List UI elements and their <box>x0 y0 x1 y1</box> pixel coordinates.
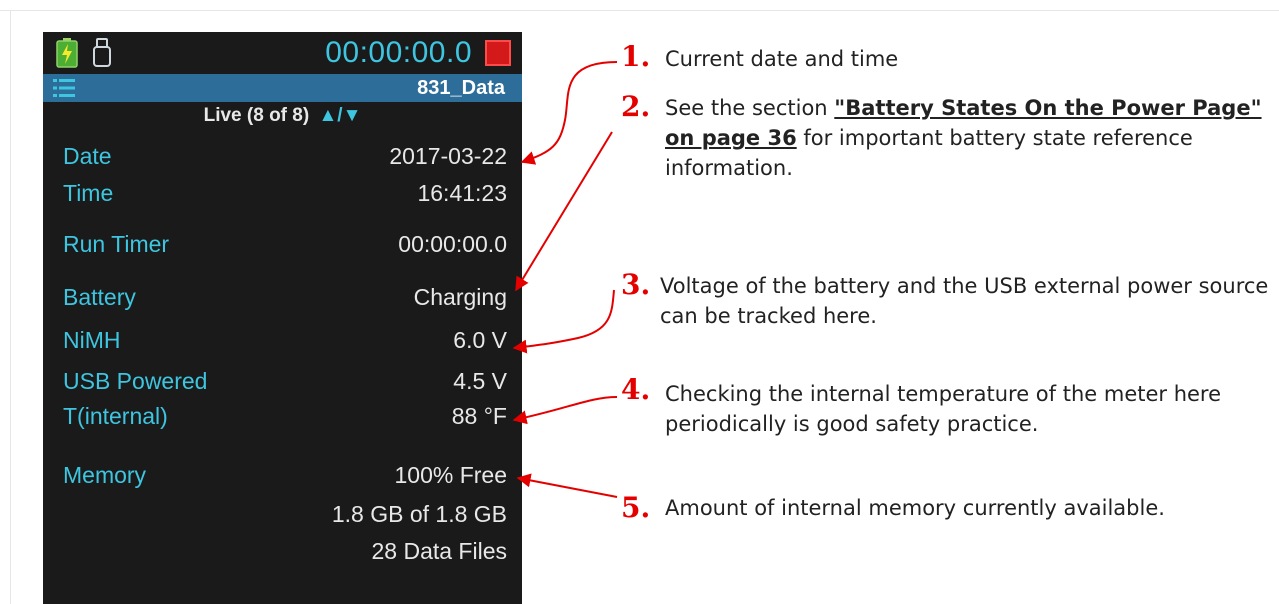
row-nimh: NiMH 6.0 V <box>63 327 507 363</box>
row-value: 28 Data Files <box>371 538 507 564</box>
device-screen: 00:00:00.0 831_Data Live (8 of 8) ▲/▼ Da… <box>43 32 522 604</box>
page-border-left <box>10 10 11 604</box>
row-value: 4.5 V <box>453 368 507 394</box>
arrow-3 <box>512 289 615 354</box>
callout-number-5: 5. <box>621 491 651 524</box>
row-value: 6.0 V <box>453 327 507 353</box>
title-bar: 831_Data <box>43 74 522 102</box>
callout-number-4: 4. <box>621 373 651 406</box>
row-label: Battery <box>63 284 136 310</box>
row-label: T(internal) <box>63 403 168 429</box>
stop-button[interactable] <box>485 40 511 66</box>
callout-text-1: Current date and time <box>665 47 899 71</box>
row-label: Date <box>63 143 112 169</box>
page-down-icon[interactable]: ▼ <box>343 105 362 127</box>
callout-text-3: Voltage of the battery and the USB exter… <box>660 274 1269 328</box>
row-label: Run Timer <box>63 231 170 257</box>
row-value: Charging <box>413 284 507 310</box>
row-usb-powered: USB Powered 4.5 V <box>63 368 507 404</box>
menu-list-icon[interactable] <box>53 78 75 98</box>
row-internal-temperature: T(internal) 88 °F <box>63 403 507 439</box>
callout-number-2: 2. <box>621 90 651 123</box>
row-time: Time 16:41:23 <box>63 180 507 216</box>
row-memory: Memory 100% Free <box>63 462 507 498</box>
data-file-name: 831_Data <box>417 77 505 99</box>
row-label: Memory <box>63 462 147 488</box>
arrow-2 <box>515 131 613 292</box>
row-value: 00:00:00.0 <box>398 231 507 257</box>
row-value: 2017-03-22 <box>389 143 507 169</box>
status-bar: 00:00:00.0 <box>43 32 522 74</box>
callout-text-2: See the section "Battery States On the P… <box>665 93 1265 183</box>
arrow-1 <box>520 61 618 165</box>
row-data-files: 28 Data Files <box>63 538 507 574</box>
row-label: NiMH <box>63 327 121 353</box>
row-battery: Battery Charging <box>63 284 507 320</box>
row-value: 100% Free <box>394 462 507 488</box>
callout-number-3: 3. <box>621 268 651 301</box>
row-value: 1.8 GB of 1.8 GB <box>331 501 507 527</box>
arrow-5 <box>516 473 618 498</box>
callout-number-1: 1. <box>621 40 651 73</box>
battery-charging-icon <box>56 38 78 68</box>
live-page-indicator: Live (8 of 8) ▲/▼ <box>43 105 522 127</box>
callout-text-4: Checking the internal temperature of the… <box>665 382 1222 436</box>
row-value: 16:41:23 <box>417 180 507 206</box>
callout-text-5: Amount of internal memory currently avai… <box>665 496 1165 520</box>
row-label: Time <box>63 180 114 206</box>
row-label: USB Powered <box>63 368 208 394</box>
row-value: 88 °F <box>451 403 507 429</box>
row-memory-capacity: 1.8 GB of 1.8 GB <box>63 501 507 537</box>
live-page-label: Live (8 of 8) <box>203 105 310 126</box>
elapsed-timer: 00:00:00.0 <box>325 36 472 69</box>
row-run-timer: Run Timer 00:00:00.0 <box>63 231 507 267</box>
page-up-icon[interactable]: ▲ <box>318 105 337 127</box>
arrow-4 <box>512 396 618 425</box>
page-border-top <box>0 10 1279 11</box>
row-date: Date 2017-03-22 <box>63 143 507 179</box>
usb-icon <box>93 38 111 67</box>
callout-text-2-pre: See the section <box>665 96 835 120</box>
